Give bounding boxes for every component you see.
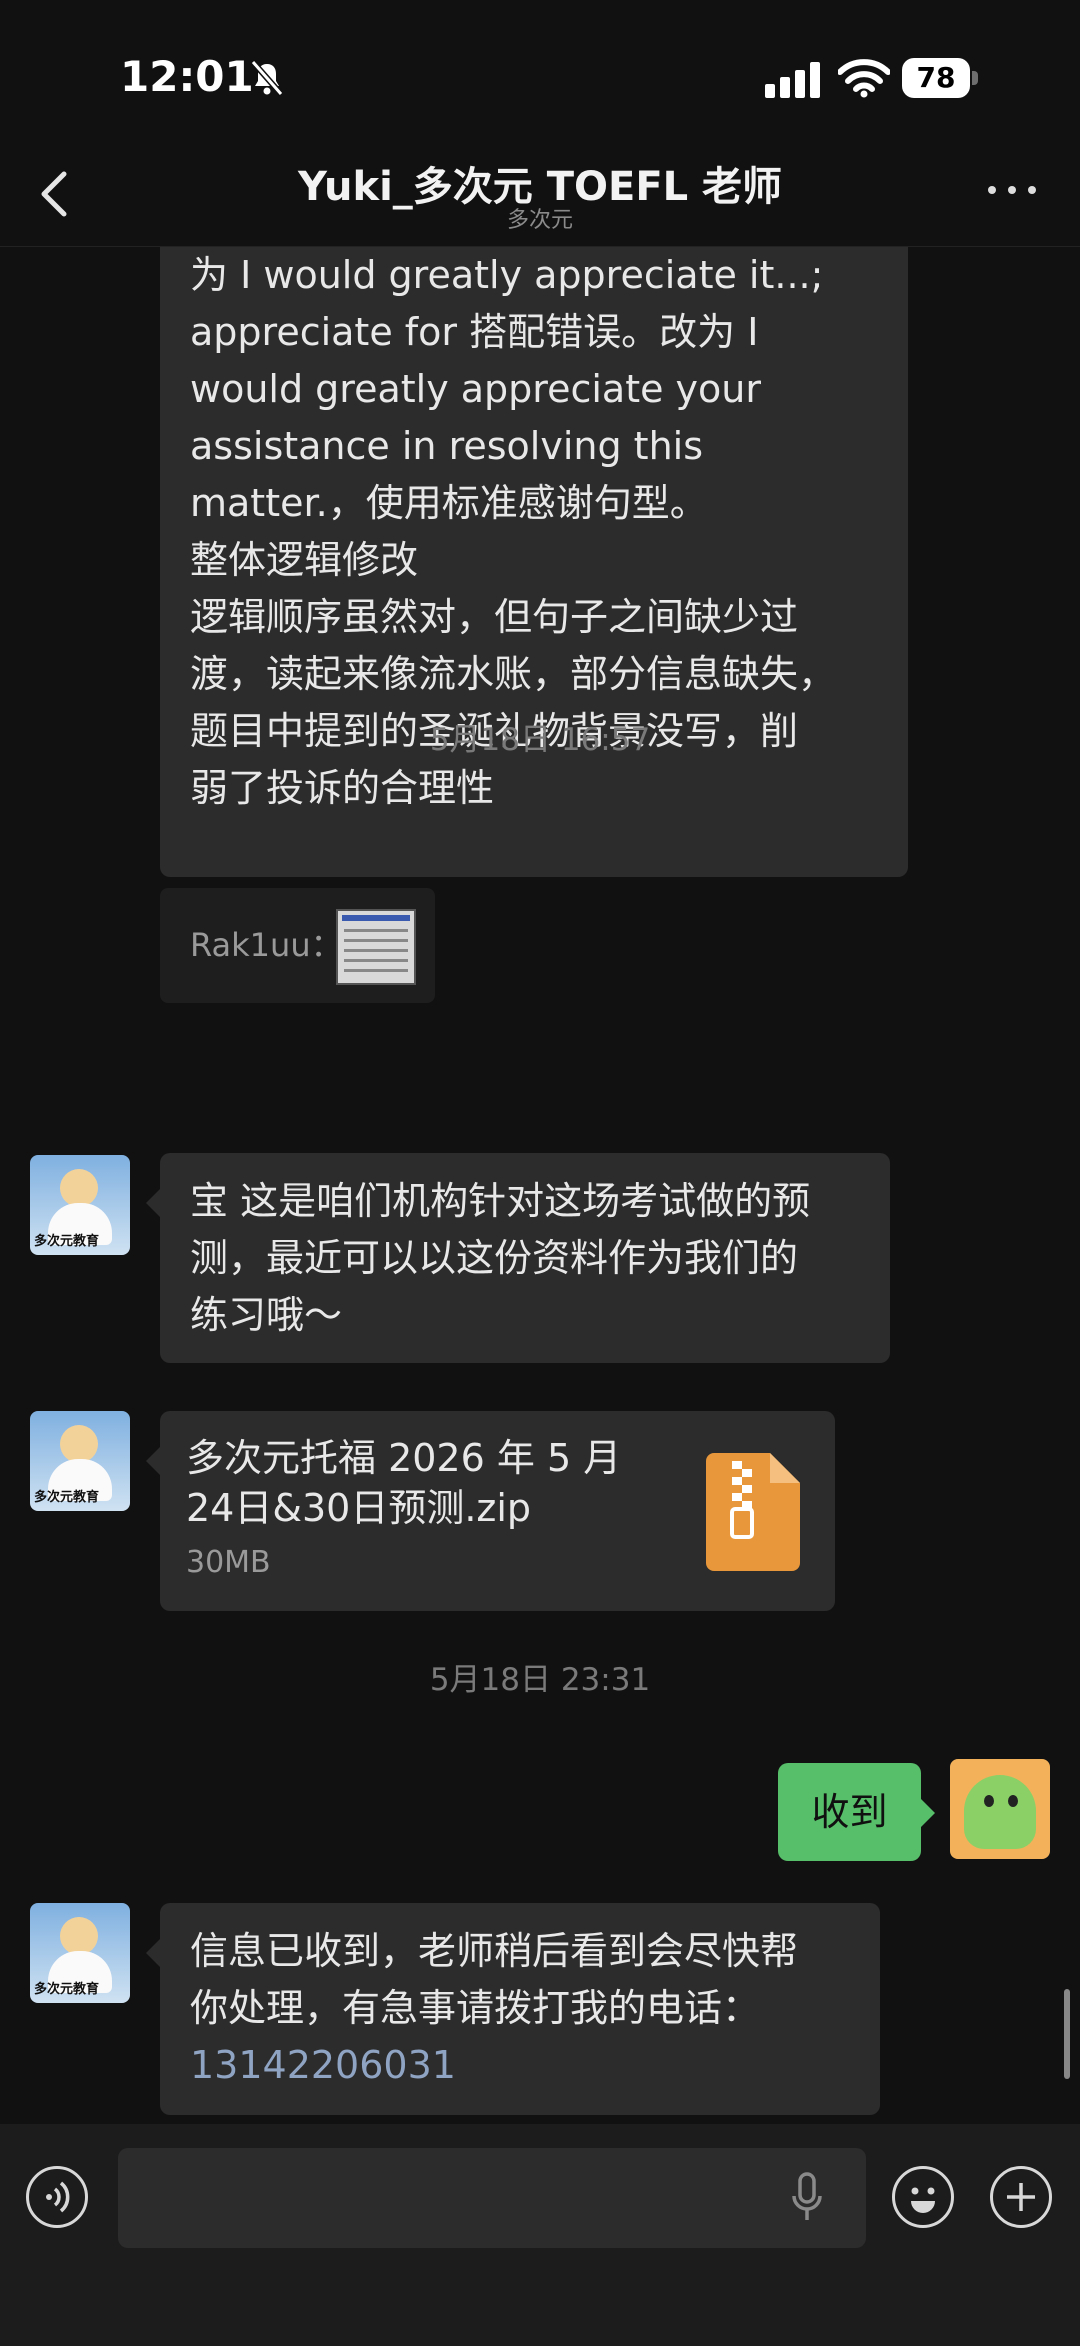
microphone-icon[interactable] [790, 2172, 824, 2224]
quote-image-thumbnail[interactable] [336, 909, 416, 985]
avatar-caption: 多次元教育 [34, 1234, 100, 1249]
received-message-bubble[interactable]: 信息已收到，老师稍后看到会尽快帮 你处理，有急事请拨打我的电话： 1314220… [146, 1903, 880, 2115]
voice-input-button[interactable] [26, 2166, 88, 2228]
message-line: 测，最近可以以这份资料作为我们的 [190, 1236, 799, 1280]
file-attachment[interactable]: 多次元托福 2026 年 5 月 24日&30日预测.zip 30MB [146, 1411, 835, 1611]
emoji-button[interactable] [892, 2166, 954, 2228]
message-line: 渡，读起来像流水账，部分信息缺失， [190, 652, 837, 696]
message-line: 信息已收到，老师稍后看到会尽快帮 [190, 1929, 799, 1973]
message-line: matter.，使用标准感谢句型。 [190, 481, 708, 525]
message-line: 弱了投诉的合理性 [190, 766, 495, 810]
message-line: 整体逻辑修改 [190, 538, 419, 582]
file-name: 多次元托福 2026 年 5 月 24日&30日预测.zip [186, 1436, 622, 1530]
received-message-bubble[interactable]: 宝 这是咱们机构针对这场考试做的预 测，最近可以以这份资料作为我们的 练习哦～ [146, 1153, 890, 1363]
teacher-avatar[interactable]: 多次元教育 [30, 1903, 130, 2003]
battery-indicator: 78 [902, 58, 980, 98]
status-bar: 12:01 78 [0, 0, 1080, 140]
avatar-caption: 多次元教育 [34, 1490, 100, 1505]
wifi-icon [838, 59, 890, 98]
timestamp: 5月18日 16:57 [429, 722, 651, 758]
message-line: 你处理，有急事请拨打我的电话： [190, 1986, 761, 2030]
message-line: 为 I would greatly appreciate it...; [190, 253, 824, 297]
message-line: appreciate for 搭配错误。改为 I [190, 310, 759, 354]
more-functions-button[interactable] [990, 2166, 1052, 2228]
teacher-avatar[interactable]: 多次元教育 [30, 1411, 130, 1511]
message-line: assistance in resolving this [190, 424, 704, 468]
voice-icon [46, 2181, 70, 2213]
quoted-reply[interactable]: Rak1uu： [160, 888, 435, 1003]
message-line: 宝 这是咱们机构针对这场考试做的预 [190, 1179, 811, 1223]
smiley-icon [911, 2187, 935, 2213]
message-line: 逻辑顺序虽然对，但句子之间缺少过 [190, 595, 799, 639]
message-line: 练习哦～ [190, 1293, 343, 1337]
message-input[interactable] [118, 2148, 866, 2248]
battery-tip [972, 71, 978, 85]
teacher-avatar[interactable]: 多次元教育 [30, 1155, 130, 1255]
more-options-icon[interactable] [984, 180, 1040, 200]
scrollbar[interactable] [1064, 1989, 1070, 2079]
home-indicator[interactable] [395, 2320, 685, 2330]
timestamp: 5月18日 23:31 [429, 1662, 651, 1698]
input-bar [0, 2124, 1080, 2346]
chat-messages[interactable]: 为 I would greatly appreciate it...; appr… [0, 247, 1080, 2122]
battery-level: 78 [902, 58, 970, 98]
file-size: 30MB [186, 1545, 271, 1580]
chat-header: Yuki_多次元 TOEFL 老师 多次元 [0, 140, 1080, 247]
signal-icon [765, 62, 820, 98]
chat-subtitle: 多次元 [506, 208, 573, 233]
sent-message-text: 收到 [811, 1790, 888, 1834]
received-message-bubble[interactable]: 为 I would greatly appreciate it...; appr… [160, 247, 908, 877]
my-avatar[interactable] [950, 1759, 1050, 1859]
quote-sender: Rak1uu： [190, 926, 343, 964]
message-line: would greatly appreciate your [190, 367, 762, 411]
phone-number-link[interactable]: 13142206031 [190, 2043, 456, 2087]
avatar-caption: 多次元教育 [34, 1982, 100, 1997]
bell-off-icon [250, 60, 284, 96]
sent-message-bubble[interactable]: 收到 [778, 1763, 935, 1861]
zip-file-icon [706, 1453, 800, 1571]
plus-icon [1007, 2183, 1035, 2211]
status-time: 12:01 [120, 52, 254, 101]
